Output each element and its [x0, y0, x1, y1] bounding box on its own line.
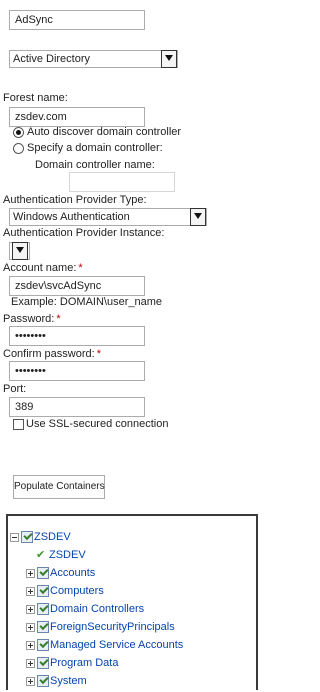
- auto-discover-label: Auto discover domain controller: [27, 126, 182, 138]
- checked-folder-icon[interactable]: [21, 531, 33, 543]
- account-name-value: zsdev\svcAdSync: [15, 280, 102, 292]
- password-label-text: Password:: [3, 313, 55, 325]
- ssl-label: Use SSL-secured connection: [26, 418, 169, 430]
- tree-root-check-row[interactable]: ✔ ZSDEV: [8, 548, 248, 564]
- chevron-down-icon[interactable]: [12, 242, 28, 260]
- confirm-password-value: ••••••••: [15, 365, 46, 377]
- tree-item-label[interactable]: Computers: [50, 585, 104, 597]
- expand-icon[interactable]: [26, 605, 35, 614]
- connection-name-value: AdSync: [15, 14, 53, 26]
- specify-dc-label: Specify a domain controller:: [27, 142, 163, 154]
- password-label: Password: *: [3, 313, 61, 325]
- container-tree: ZSDEV ✔ ZSDEV Accounts Computers Domain …: [6, 514, 258, 690]
- auth-instance-label: Authentication Provider Instance:: [3, 227, 165, 239]
- specify-dc-radio[interactable]: [13, 143, 24, 154]
- green-check-icon: ✔: [36, 549, 46, 561]
- forest-name-label: Forest name:: [3, 92, 68, 104]
- dc-name-label: Domain controller name:: [35, 159, 155, 171]
- checked-folder-icon[interactable]: [37, 639, 49, 651]
- port-label: Port:: [3, 383, 27, 395]
- tree-item-managed-service-accounts[interactable]: Managed Service Accounts: [8, 638, 248, 654]
- dc-name-input[interactable]: [69, 172, 175, 192]
- collapse-icon[interactable]: [10, 533, 19, 542]
- chevron-down-icon[interactable]: [161, 50, 177, 68]
- expand-icon[interactable]: [26, 587, 35, 596]
- forest-name-value: zsdev.com: [15, 111, 67, 123]
- port-value: 389: [15, 401, 34, 413]
- account-name-input[interactable]: zsdev\svcAdSync: [9, 276, 145, 296]
- checked-folder-icon[interactable]: [37, 675, 49, 687]
- connection-name-input[interactable]: AdSync: [9, 10, 145, 30]
- tree-item-label[interactable]: System: [50, 675, 87, 687]
- auth-type-select[interactable]: Windows Authentication: [9, 208, 207, 226]
- tree-item-label[interactable]: Managed Service Accounts: [50, 639, 183, 651]
- tree-item-label[interactable]: ForeignSecurityPrincipals: [50, 621, 175, 633]
- expand-icon[interactable]: [26, 659, 35, 668]
- directory-service-select[interactable]: Active Directory: [9, 50, 178, 68]
- account-example-hint: Example: DOMAIN\user_name: [11, 296, 162, 308]
- password-input[interactable]: ••••••••: [9, 326, 145, 346]
- ssl-checkbox[interactable]: [13, 419, 24, 430]
- tree-root-check-label[interactable]: ZSDEV: [49, 549, 86, 561]
- tree-item-label[interactable]: Domain Controllers: [50, 603, 144, 615]
- checked-folder-icon[interactable]: [37, 567, 49, 579]
- checked-folder-icon[interactable]: [37, 657, 49, 669]
- populate-containers-button[interactable]: Populate Containers: [13, 475, 105, 499]
- confirm-password-label-text: Confirm password:: [3, 348, 95, 360]
- required-mark: *: [78, 262, 83, 274]
- required-mark: *: [96, 348, 101, 360]
- port-input[interactable]: 389: [9, 397, 145, 417]
- account-name-label-text: Account name:: [3, 262, 77, 274]
- auth-type-value: Windows Authentication: [13, 211, 130, 223]
- auto-discover-radio[interactable]: [13, 127, 24, 138]
- tree-item-foreign-security-principals[interactable]: ForeignSecurityPrincipals: [8, 620, 248, 636]
- checked-folder-icon[interactable]: [37, 621, 49, 633]
- expand-icon[interactable]: [26, 641, 35, 650]
- auth-instance-select[interactable]: [9, 242, 30, 260]
- tree-root-row[interactable]: ZSDEV: [8, 530, 248, 546]
- forest-name-input[interactable]: zsdev.com: [9, 107, 145, 127]
- password-value: ••••••••: [15, 330, 46, 342]
- confirm-password-label: Confirm password: *: [3, 348, 101, 360]
- tree-item-system[interactable]: System: [8, 674, 248, 690]
- account-name-label: Account name: *: [3, 262, 83, 274]
- required-mark: *: [56, 313, 61, 325]
- sync-connection-form: AdSync Active Directory Forest name: zsd…: [0, 0, 260, 514]
- expand-icon[interactable]: [26, 677, 35, 686]
- directory-service-value: Active Directory: [13, 53, 91, 65]
- expand-icon[interactable]: [26, 623, 35, 632]
- checked-folder-icon[interactable]: [37, 603, 49, 615]
- confirm-password-input[interactable]: ••••••••: [9, 361, 145, 381]
- tree-item-accounts[interactable]: Accounts: [8, 566, 248, 582]
- tree-item-label[interactable]: Program Data: [50, 657, 118, 669]
- chevron-down-icon[interactable]: [190, 208, 206, 226]
- auth-type-label: Authentication Provider Type:: [3, 194, 147, 206]
- checked-folder-icon[interactable]: [37, 585, 49, 597]
- tree-item-label[interactable]: Accounts: [50, 567, 95, 579]
- tree-item-computers[interactable]: Computers: [8, 584, 248, 600]
- tree-root-label[interactable]: ZSDEV: [34, 531, 71, 543]
- tree-item-domain-controllers[interactable]: Domain Controllers: [8, 602, 248, 618]
- expand-icon[interactable]: [26, 569, 35, 578]
- tree-item-program-data[interactable]: Program Data: [8, 656, 248, 672]
